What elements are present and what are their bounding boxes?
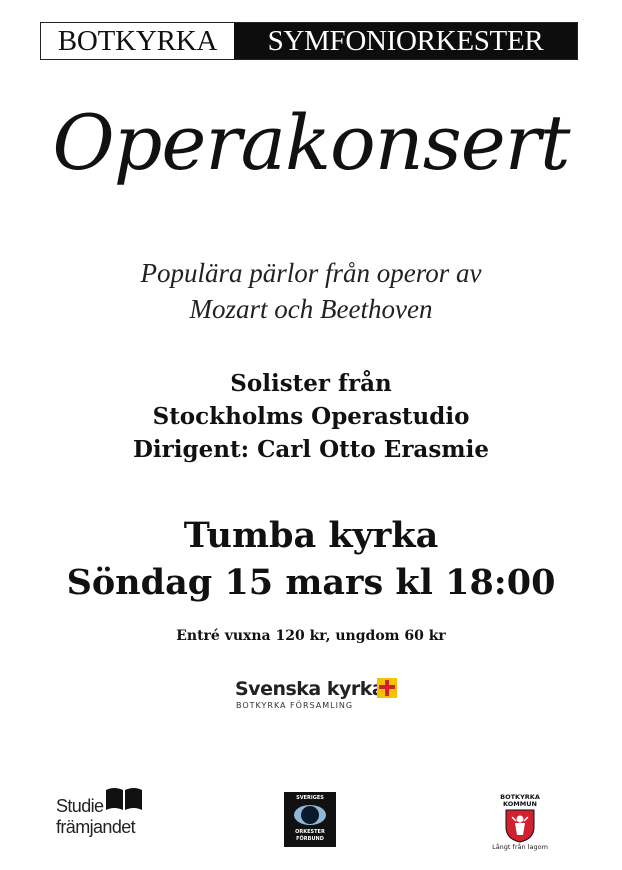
performers-line-1: Solister från: [230, 370, 392, 397]
crest-shield-icon: [505, 809, 535, 843]
orchestra-banner: BOTKYRKA SYMFONIORKESTER: [40, 22, 578, 60]
subtitle-line-1: Populära pärlor från operor av: [140, 258, 482, 288]
kommun-tagline: Långt från lagom: [492, 843, 548, 851]
svenska-kyrkan-sub: BOTKYRKA FÖRSAMLING: [236, 701, 354, 710]
banner-left-text: BOTKYRKA: [57, 24, 218, 57]
date-time-line: Söndag 15 mars kl 18:00: [66, 562, 556, 603]
orkester-top-text: SVERIGES: [296, 795, 324, 801]
kommun-top-2: KOMMUN: [503, 800, 537, 808]
performers-line-2: Stockholms Operastudio: [152, 403, 470, 430]
eye-icon: [294, 805, 326, 825]
orkester-bottom-text-1: ORKESTER: [295, 829, 325, 835]
subtitle-line-2: Mozart och Beethoven: [189, 294, 433, 324]
venue-line: Tumba kyrka: [183, 515, 439, 556]
studiefr-line-2: främjandet: [56, 817, 136, 837]
banner-right-text: SYMFONIORKESTER: [234, 23, 577, 59]
conductor-line: Dirigent: Carl Otto Erasmie: [132, 436, 489, 463]
orkester-logo: SVERIGES ORKESTER FÖRBUND: [284, 792, 336, 847]
entry-price: Entré vuxna 120 kr, ungdom 60 kr: [176, 628, 446, 644]
orkester-bottom-text-2: FÖRBUND: [296, 836, 324, 842]
studiefr-line-1: Studie: [56, 796, 104, 816]
book-icon: [106, 788, 142, 810]
church-cross-icon: [377, 678, 397, 698]
poster-title: Operakonsert: [52, 98, 570, 187]
svenska-kyrkan-name: Svenska kyrkan: [235, 678, 398, 700]
